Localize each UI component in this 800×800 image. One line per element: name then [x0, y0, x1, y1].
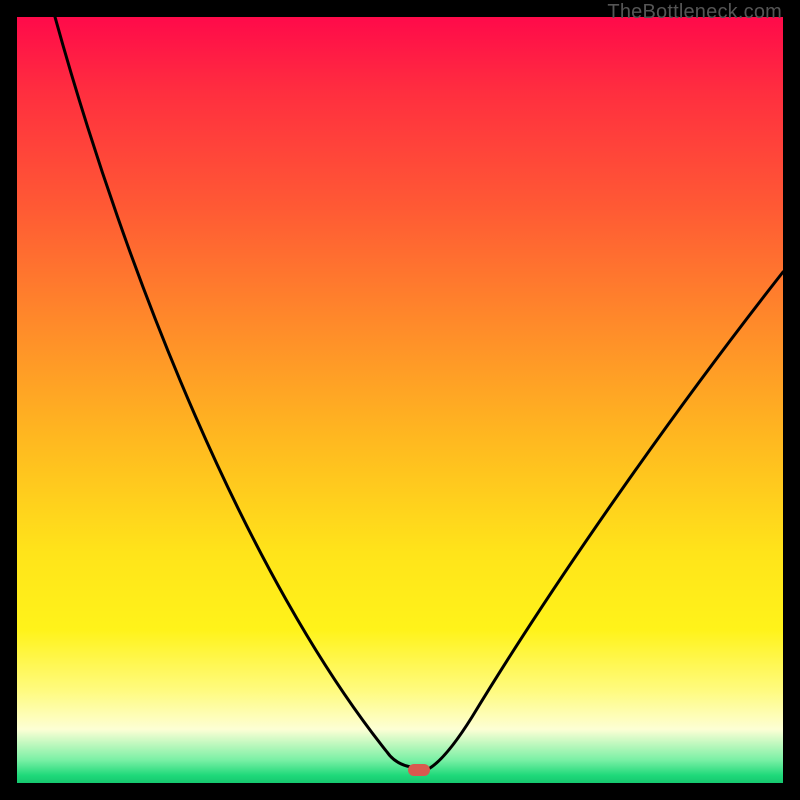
bottleneck-curve — [17, 17, 783, 783]
watermark-text: TheBottleneck.com — [607, 1, 782, 24]
chart-frame: TheBottleneck.com — [0, 0, 800, 800]
curve-right-branch — [430, 272, 783, 768]
plot-area — [17, 17, 783, 783]
optimal-marker — [408, 764, 430, 776]
curve-left-branch — [55, 17, 422, 768]
